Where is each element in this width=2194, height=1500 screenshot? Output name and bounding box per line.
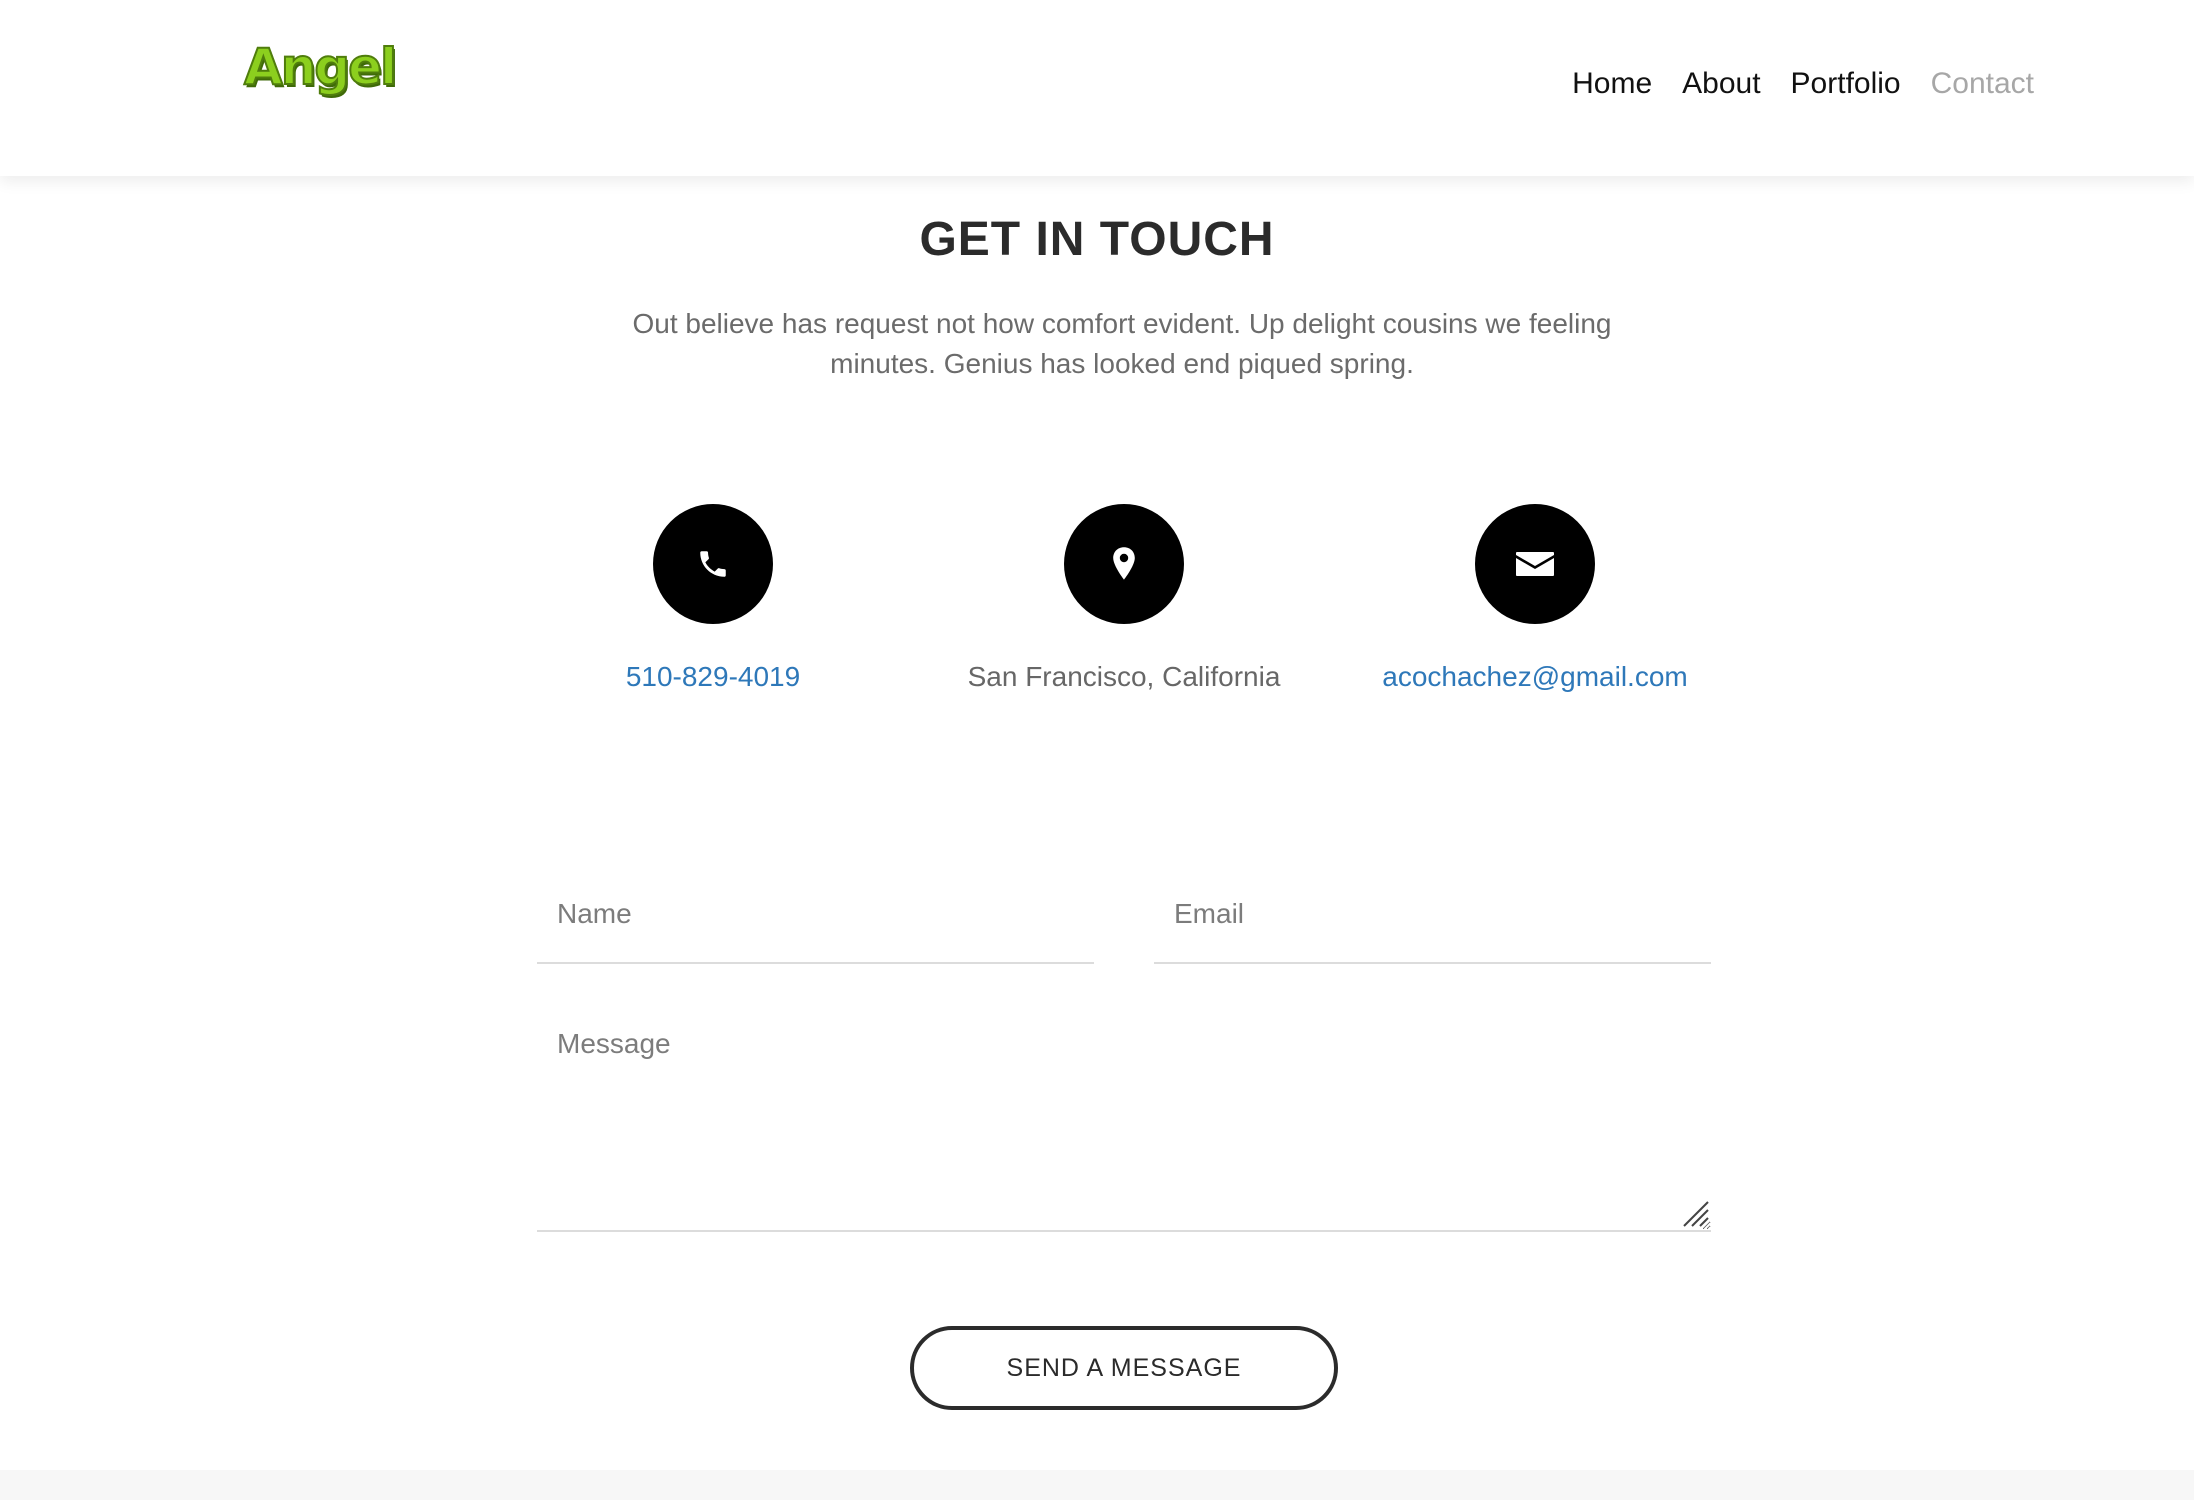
nav-link-home[interactable]: Home xyxy=(1572,64,1652,104)
phone-link[interactable]: 510-829-4019 xyxy=(503,658,923,696)
contact-info-phone: 510-829-4019 xyxy=(503,504,923,696)
main-nav: Home About Portfolio Contact xyxy=(1572,64,2034,104)
map-pin-icon-circle xyxy=(1064,504,1184,624)
phone-icon-circle xyxy=(653,504,773,624)
map-pin-icon xyxy=(1113,547,1135,580)
contact-section: GET IN TOUCH Out believe has request not… xyxy=(0,176,2194,1500)
nav-link-portfolio[interactable]: Portfolio xyxy=(1791,64,1901,104)
email-field[interactable] xyxy=(1154,866,1711,964)
site-header: Angel Home About Portfolio Contact xyxy=(0,0,2194,176)
contact-info-location: San Francisco, California xyxy=(914,504,1334,696)
phone-icon xyxy=(700,551,726,577)
contact-info-email: acochachez@gmail.com xyxy=(1325,504,1745,696)
envelope-icon xyxy=(1516,552,1554,576)
nav-link-about[interactable]: About xyxy=(1682,64,1760,104)
name-field[interactable] xyxy=(537,866,1094,964)
resize-handle-icon[interactable] xyxy=(1680,1198,1710,1228)
send-message-button[interactable]: SEND A MESSAGE xyxy=(910,1326,1338,1410)
brand-logo[interactable]: Angel xyxy=(243,41,398,93)
envelope-icon-circle xyxy=(1475,504,1595,624)
message-field[interactable] xyxy=(537,1024,1711,1232)
section-description: Out believe has request not how comfort … xyxy=(632,308,1612,379)
location-text: San Francisco, California xyxy=(967,661,1281,692)
email-link[interactable]: acochachez@gmail.com xyxy=(1325,658,1745,696)
section-title: GET IN TOUCH xyxy=(919,213,1275,266)
nav-link-contact[interactable]: Contact xyxy=(1931,64,2034,104)
section-divider xyxy=(0,1470,2194,1500)
